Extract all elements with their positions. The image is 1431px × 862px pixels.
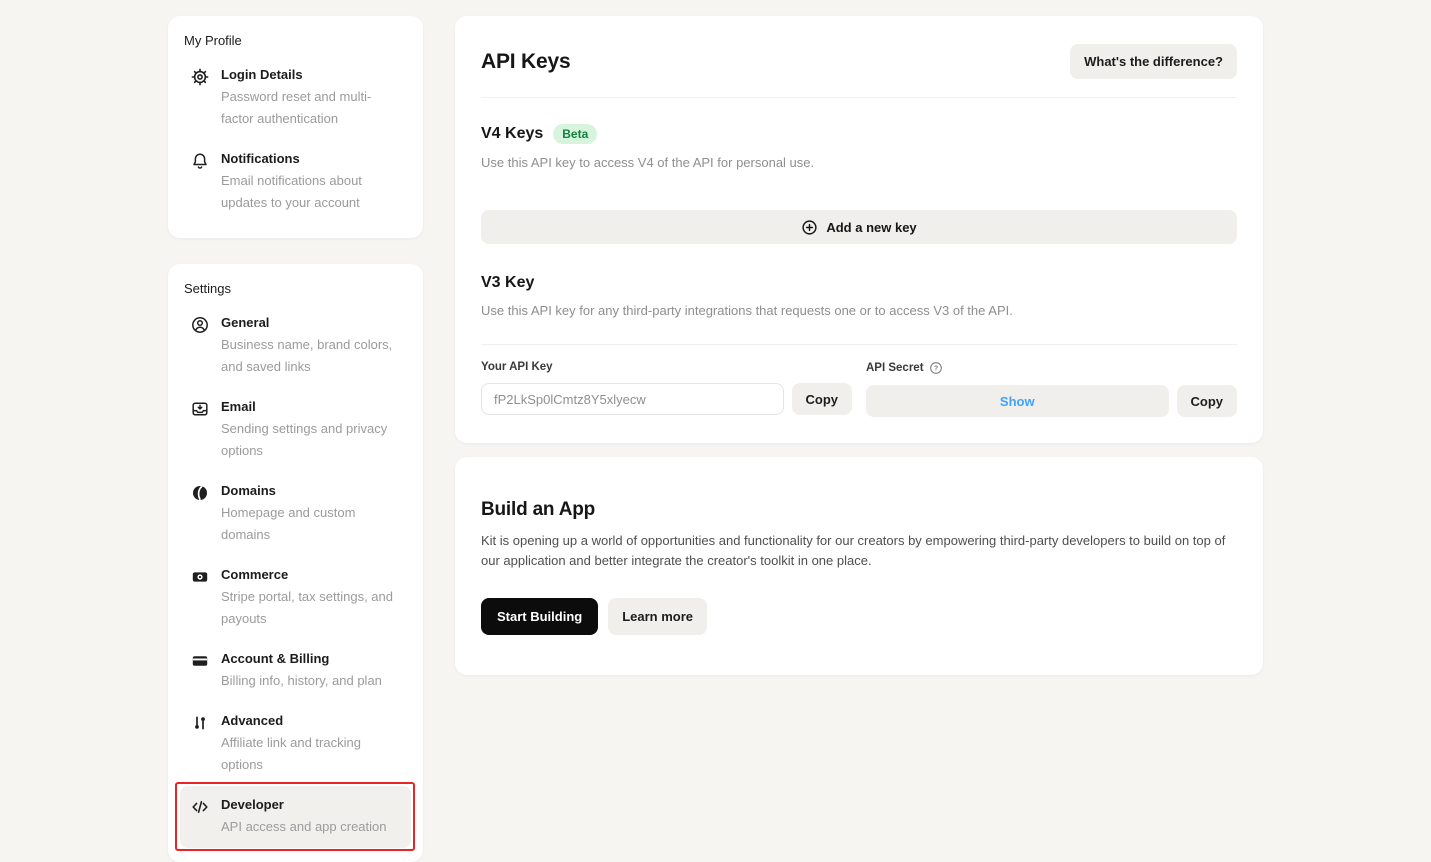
v4-keys-description: Use this API key to access V4 of the API…: [481, 155, 815, 170]
v4-keys-title: V4 Keys: [481, 125, 544, 142]
learn-more-button[interactable]: Learn more: [608, 598, 708, 635]
api-secret-field[interactable]: Show: [866, 385, 1169, 417]
page-title: API Keys: [481, 49, 571, 73]
sidebar-item-title: Advanced: [221, 713, 284, 728]
code-icon: [190, 797, 210, 817]
beta-badge: Beta: [553, 124, 598, 144]
main-content: API Keys What's the difference? V4 Keys …: [455, 16, 1263, 675]
sidebar-item-login-details[interactable]: Login Details Password reset and multi-f…: [180, 56, 411, 140]
sidebar-item-title: Notifications: [221, 151, 300, 166]
sidebar-item-desc: Billing info, history, and plan: [221, 673, 382, 688]
bell-icon: [190, 151, 210, 171]
api-keys-card: API Keys What's the difference? V4 Keys …: [455, 16, 1263, 443]
sidebar-item-title: Developer: [221, 797, 284, 812]
sidebar-item-email[interactable]: Email Sending settings and privacy optio…: [180, 388, 411, 472]
api-secret-copy-button[interactable]: Copy: [1176, 385, 1237, 417]
sidebar-item-account-billing[interactable]: Account & Billing Billing info, history,…: [180, 640, 411, 702]
sidebar-item-domains[interactable]: Domains Homepage and custom domains: [180, 472, 411, 556]
help-circle-icon[interactable]: ?: [929, 361, 943, 375]
globe-icon: [190, 483, 210, 503]
api-key-copy-button[interactable]: Copy: [791, 383, 852, 415]
sidebar-item-title: Domains: [221, 483, 276, 498]
sidebar-item-desc: Affiliate link and tracking options: [221, 735, 361, 772]
add-new-key-label: Add a new key: [826, 219, 917, 235]
build-an-app-card: Build an App Kit is opening up a world o…: [455, 457, 1263, 675]
plus-circle-icon: [801, 219, 818, 236]
credit-card-icon: [190, 651, 210, 671]
sidebar-item-title: Email: [221, 399, 256, 414]
sidebar-item-general[interactable]: General Business name, brand colors, and…: [180, 304, 411, 388]
my-profile-card: My Profile Login Details Password reset …: [168, 16, 423, 238]
user-circle-icon: [190, 315, 210, 335]
sidebar-item-developer[interactable]: Developer API access and app creation: [175, 782, 415, 851]
build-an-app-title: Build an App: [481, 499, 596, 520]
sidebar-item-notifications[interactable]: Notifications Email notifications about …: [180, 140, 411, 224]
sidebar-item-desc: API access and app creation: [221, 819, 387, 834]
sidebar-item-advanced[interactable]: Advanced Affiliate link and tracking opt…: [180, 702, 411, 786]
my-profile-label: My Profile: [184, 33, 242, 48]
v3-key-description: Use this API key for any third-party int…: [481, 303, 1013, 318]
v3-divider: [481, 344, 1237, 345]
banknote-icon: [190, 567, 210, 587]
gear-icon: [190, 67, 210, 87]
start-building-button[interactable]: Start Building: [481, 598, 599, 635]
add-new-key-button[interactable]: Add a new key: [481, 210, 1237, 244]
sidebar-item-title: General: [221, 315, 270, 330]
sidebar-item-desc: Stripe portal, tax settings, and payouts: [221, 589, 393, 626]
sidebar-item-title: Login Details: [221, 67, 303, 82]
sidebar-item-desc: Business name, brand colors, and saved l…: [221, 337, 393, 374]
sidebar-item-title: Account & Billing: [221, 651, 330, 666]
show-secret-link[interactable]: Show: [1000, 394, 1035, 409]
sidebar-item-desc: Password reset and multi-factor authenti…: [221, 89, 372, 126]
api-key-input[interactable]: [481, 383, 784, 415]
v3-key-title: V3 Key: [481, 274, 535, 291]
whats-the-difference-button[interactable]: What's the difference?: [1070, 44, 1237, 79]
settings-card: Settings General Business name, brand co…: [168, 264, 423, 862]
sidebar: My Profile Login Details Password reset …: [168, 16, 423, 862]
build-an-app-description: Kit is opening up a world of opportuniti…: [481, 533, 1226, 568]
sidebar-item-title: Commerce: [221, 567, 289, 582]
api-key-label: Your API Key: [481, 361, 553, 373]
settings-label: Settings: [184, 281, 231, 296]
svg-text:?: ?: [933, 366, 937, 373]
toggles-icon: [190, 713, 210, 733]
sidebar-item-desc: Homepage and custom domains: [221, 505, 356, 542]
sidebar-item-desc: Email notifications about updates to you…: [221, 173, 362, 210]
inbox-icon: [190, 399, 210, 419]
api-secret-label: API Secret: [866, 362, 924, 374]
sidebar-item-desc: Sending settings and privacy options: [221, 421, 388, 458]
sidebar-item-commerce[interactable]: Commerce Stripe portal, tax settings, an…: [180, 556, 411, 640]
header-divider: [481, 97, 1237, 98]
